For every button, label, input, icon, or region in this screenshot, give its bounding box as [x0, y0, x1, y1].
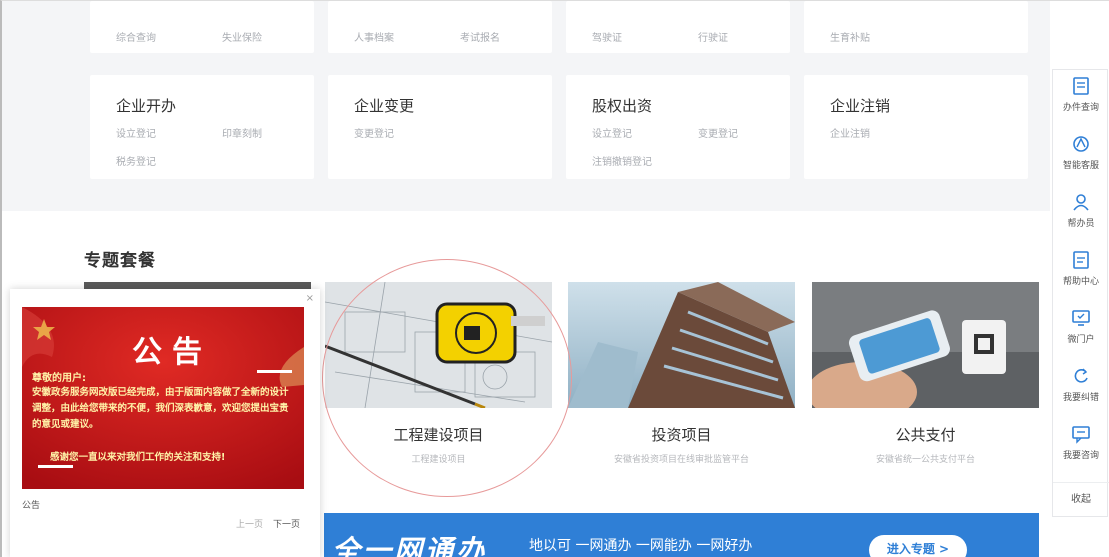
- sidebar-item-consult[interactable]: 我要咨询: [1053, 418, 1109, 466]
- service-link[interactable]: 驾驶证: [592, 29, 622, 44]
- service-link[interactable]: 考试报名: [460, 29, 500, 44]
- notice-caption: 公告: [22, 501, 41, 511]
- service-link[interactable]: 人事档案: [354, 29, 394, 44]
- card-title: 企业变更: [354, 97, 415, 115]
- services-area: 综合查询 失业保险 人事档案 考试报名 驾驶证 行驶证 生育补贴 企业开办 设立…: [2, 1, 1050, 211]
- refresh-icon: [1074, 368, 1088, 383]
- notice-banner[interactable]: 公告 尊敬的用户: 安徽政务服务网改版已经完成，由于版面内容做了全新的设计调整，…: [22, 307, 304, 489]
- section-title: 专题套餐: [84, 251, 156, 271]
- highlight-circle-annotation: [322, 259, 572, 497]
- sidebar-item-label: 帮助中心: [1062, 277, 1099, 287]
- notice-greeting: 尊敬的用户:: [32, 373, 86, 384]
- package-image: [568, 282, 795, 408]
- service-link[interactable]: 印章刻制: [222, 125, 262, 140]
- service-card-partial: 生育补贴: [804, 1, 1028, 53]
- person-icon: [1073, 194, 1089, 211]
- service-card-partial: 综合查询 失业保险: [90, 1, 314, 53]
- sidebar-item-label: 帮办员: [1067, 219, 1095, 229]
- service-link[interactable]: 行驶证: [698, 29, 728, 44]
- service-link[interactable]: 设立登记: [116, 125, 156, 140]
- card-title: 企业开办: [116, 97, 177, 115]
- notice-body: 安徽政务服务网改版已经完成，由于版面内容做了全新的设计调整，由此给您带来的不便，…: [32, 387, 289, 430]
- sidebar-item-label: 智能客服: [1062, 161, 1099, 171]
- document-icon: [1073, 77, 1089, 95]
- service-link[interactable]: 设立登记: [592, 125, 632, 140]
- sidebar-item-micro-portal[interactable]: 微门户: [1053, 302, 1109, 350]
- sidebar-item-help-center[interactable]: 帮助中心: [1053, 244, 1109, 292]
- next-page-button[interactable]: 下一页: [273, 517, 300, 530]
- service-link[interactable]: 变更登记: [354, 125, 394, 140]
- service-card-business-start[interactable]: 企业开办 设立登记 印章刻制 税务登记: [90, 75, 314, 179]
- service-link[interactable]: 综合查询: [116, 29, 156, 44]
- sidebar-item-case-query[interactable]: 办件查询: [1053, 70, 1109, 118]
- banner-enter-button[interactable]: 进入专题 >: [869, 535, 967, 557]
- sidebar-item-label: 我要纠错: [1062, 393, 1099, 403]
- prev-page-button[interactable]: 上一页: [236, 517, 263, 530]
- sidebar-item-label: 我要咨询: [1062, 451, 1099, 461]
- service-card-equity[interactable]: 股权出资 设立登记 变更登记 注销撤销登记: [566, 75, 790, 179]
- package-card-investment[interactable]: 投资项目 安徽省投资项目在线审批监管平台: [568, 282, 795, 483]
- service-card-business-cancel[interactable]: 企业注销 企业注销: [804, 75, 1028, 179]
- service-link[interactable]: 税务登记: [116, 153, 156, 168]
- service-link[interactable]: 失业保险: [222, 29, 262, 44]
- banner-subtitle: 地以可 一网通办 一网能办 一网好办: [529, 538, 753, 554]
- sidebar-item-label: 微门户: [1067, 335, 1095, 345]
- package-title: 公共支付: [895, 426, 956, 444]
- card-title: 股权出资: [592, 97, 653, 115]
- service-card-partial: 人事档案 考试报名: [328, 1, 552, 53]
- sidebar-collapse-button[interactable]: 收起: [1053, 482, 1109, 516]
- service-link[interactable]: 变更登记: [698, 125, 738, 140]
- monitor-icon: [1072, 310, 1090, 326]
- notice-popup: × 公告 尊敬的用户: 安徽政务服务网改版已经完成，由于版面内容做了全新的设计调…: [10, 289, 320, 557]
- package-subtitle: 安徽省投资项目在线审批监管平台: [613, 455, 749, 465]
- robot-icon: [1073, 136, 1089, 152]
- service-card-partial: 驾驶证 行驶证: [566, 1, 790, 53]
- sidebar-item-helper[interactable]: 帮办员: [1053, 186, 1109, 234]
- service-card-business-change[interactable]: 企业变更 变更登记: [328, 75, 552, 179]
- notice-sign: 感谢您一直以来对我们工作的关注和支持!: [50, 452, 226, 463]
- sidebar-item-label: 办件查询: [1062, 103, 1099, 113]
- card-title: 企业注销: [830, 97, 891, 115]
- right-sidebar: 办件查询 智能客服 帮办员 帮助中心 微门户 我要纠错 我要咨询 收起: [1052, 69, 1109, 517]
- promo-banner[interactable]: 全一网通办 地以可 一网通办 一网能办 一网好办 进入专题 >: [324, 513, 1039, 557]
- service-link[interactable]: 生育补贴: [830, 29, 870, 44]
- page: 综合查询 失业保险 人事档案 考试报名 驾驶证 行驶证 生育补贴 企业开办 设立…: [0, 0, 1109, 557]
- package-subtitle: 安徽省统一公共支付平台: [875, 455, 975, 465]
- service-link[interactable]: 注销撤销登记: [592, 153, 652, 168]
- chat-icon: [1072, 426, 1090, 444]
- package-title: 投资项目: [651, 426, 712, 444]
- package-image: [812, 282, 1039, 408]
- service-link[interactable]: 企业注销: [830, 125, 870, 140]
- sidebar-item-report-error[interactable]: 我要纠错: [1053, 360, 1109, 408]
- notice-title: 公告: [132, 335, 212, 370]
- banner-text: 全一网通办: [332, 534, 488, 557]
- package-card-public-payment[interactable]: 公共支付 安徽省统一公共支付平台: [812, 282, 1039, 483]
- help-doc-icon: [1073, 251, 1089, 269]
- close-icon[interactable]: ×: [306, 293, 314, 304]
- sidebar-item-smart-service[interactable]: 智能客服: [1053, 128, 1109, 176]
